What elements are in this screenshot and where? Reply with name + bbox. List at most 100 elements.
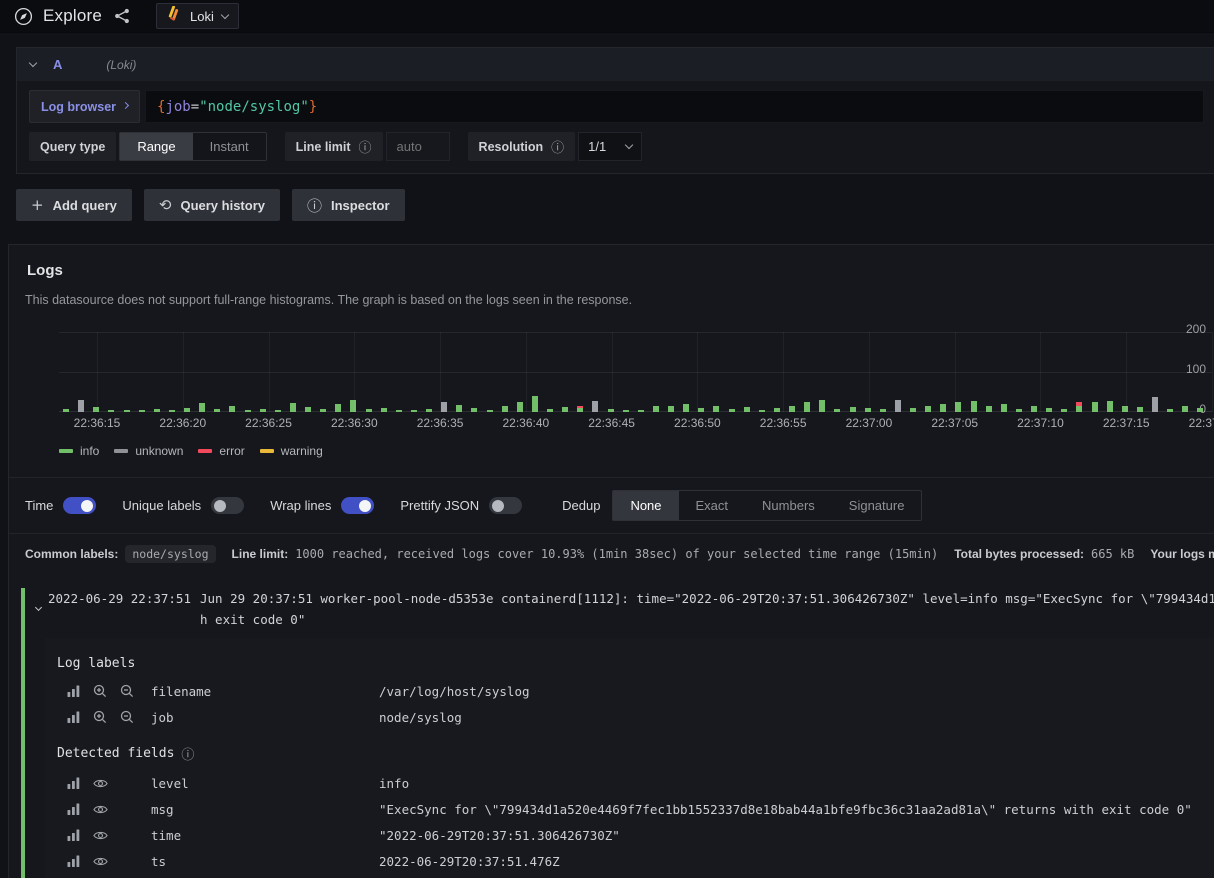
page-title: Explore [43, 6, 102, 26]
histogram-bar [729, 409, 735, 412]
query-expression-input[interactable]: {job="node/syslog"} [145, 90, 1204, 123]
eye-icon[interactable] [93, 778, 108, 789]
x-axis-label: 22:36:30 [331, 416, 378, 430]
histogram-bar [698, 408, 704, 412]
legend-item-warning[interactable]: warning [260, 444, 323, 458]
histogram-bar [366, 409, 372, 412]
histogram-bar [396, 410, 402, 412]
line-limit-input[interactable] [386, 132, 450, 161]
logs-histogram-plot [59, 324, 1212, 412]
info-icon[interactable]: ⓘ [359, 137, 372, 156]
bar-chart-icon[interactable] [67, 855, 80, 867]
zoom-in-icon[interactable] [93, 710, 107, 724]
detected-fields-title: Detected fields ⓘ [57, 744, 1214, 763]
line-limit-label: Line limit ⓘ [285, 132, 383, 161]
query-history-button[interactable]: ⟲ Query history [144, 189, 280, 221]
logs-meta-row: Common labels: node/syslog Line limit: 1… [9, 534, 1214, 575]
resolution-select[interactable]: 1/1 [578, 132, 642, 161]
zoom-in-icon[interactable] [93, 684, 107, 698]
histogram-bar [229, 406, 235, 412]
toggle-label: Time [25, 498, 53, 513]
bytes-processed-label: Total bytes processed: [954, 547, 1084, 561]
detail-row-msg: msg"ExecSync for \"799434d1a520e4469f7fe… [57, 796, 1214, 822]
history-icon: ⟲ [159, 196, 172, 214]
histogram-bar [532, 396, 538, 412]
detail-field-value: node/syslog [379, 710, 1214, 725]
dedup-option-numbers[interactable]: Numbers [745, 491, 832, 520]
legend-swatch [260, 449, 274, 453]
histogram-bar [502, 406, 508, 412]
bar-chart-icon[interactable] [67, 777, 80, 789]
toggle-switch[interactable] [341, 497, 374, 514]
chevron-right-icon [122, 101, 129, 108]
x-axis-label: 22:37:10 [1017, 416, 1064, 430]
toggle-switch[interactable] [63, 497, 96, 514]
query-type-instant[interactable]: Instant [193, 133, 266, 160]
detail-field-value: /var/log/host/syslog [379, 684, 1214, 699]
expr-close-brace: } [309, 99, 317, 115]
detail-field-name: time [151, 828, 379, 843]
legend-item-info[interactable]: info [59, 444, 99, 458]
legend-swatch [198, 449, 212, 453]
toggle-switch[interactable] [489, 497, 522, 514]
eye-icon[interactable] [93, 830, 108, 841]
dedup-option-none[interactable]: None [613, 491, 678, 520]
query-row-header: A (Loki) [17, 48, 1214, 81]
chart-legend: info unknown error warning [59, 444, 1214, 458]
log-timestamp: 2022-06-29 22:37:51 [48, 588, 191, 630]
info-icon[interactable]: ⓘ [551, 137, 564, 156]
dedup-control: Dedup NoneExactNumbersSignature [562, 490, 922, 521]
legend-item-unknown[interactable]: unknown [114, 444, 183, 458]
histogram-bar [411, 410, 417, 412]
add-query-button[interactable]: + Add query [16, 189, 132, 221]
legend-label: error [219, 444, 244, 458]
legend-swatch [59, 449, 73, 453]
histogram-bar [1167, 409, 1173, 412]
inspector-button[interactable]: ⓘ Inspector [292, 189, 405, 221]
log-line[interactable]: 2022-06-29 22:37:51 Jun 29 20:37:51 work… [25, 588, 1214, 630]
log-browser-label: Log browser [41, 100, 116, 114]
toggle-wrap-lines: Wrap lines [270, 497, 374, 514]
histogram-bar [577, 406, 583, 412]
bar-chart-icon[interactable] [67, 829, 80, 841]
histogram-bar [1001, 404, 1007, 412]
log-browser-button[interactable]: Log browser [29, 90, 140, 123]
toggle-time: Time [25, 497, 96, 514]
detail-field-name: job [151, 710, 379, 725]
log-details: Log labels filename/var/log/host/syslogj… [45, 638, 1214, 878]
bar-chart-icon[interactable] [67, 711, 80, 723]
histogram-bar [335, 404, 341, 412]
bar-chart-icon[interactable] [67, 803, 80, 815]
histogram-bar [245, 410, 251, 412]
eye-icon[interactable] [93, 804, 108, 815]
legend-item-error[interactable]: error [198, 444, 244, 458]
datasource-picker[interactable]: Loki [156, 3, 239, 29]
histogram-bar [925, 406, 931, 412]
log-labels-title: Log labels [57, 656, 1214, 671]
info-icon[interactable]: ⓘ [181, 744, 194, 763]
log-row: 2022-06-29 22:37:51 Jun 29 20:37:51 work… [21, 588, 1214, 878]
toggle-switch[interactable] [211, 497, 244, 514]
histogram-bar [819, 400, 825, 412]
zoom-out-icon[interactable] [120, 710, 134, 724]
bar-chart-icon[interactable] [67, 685, 80, 697]
line-limit-meta-value: 1000 reached, received logs cover 10.93%… [295, 547, 938, 561]
chevron-down-icon[interactable] [30, 588, 46, 630]
zoom-out-icon[interactable] [120, 684, 134, 698]
dedup-option-exact[interactable]: Exact [679, 491, 746, 520]
query-options-row: Query type Range Instant Line limit ⓘ Re… [29, 132, 1202, 161]
query-type-range[interactable]: Range [120, 133, 192, 160]
histogram-bar [623, 410, 629, 412]
share-icon[interactable] [114, 8, 130, 24]
legend-label: unknown [135, 444, 183, 458]
detail-field-value: "ExecSync for \"799434d1a520e4469f7fec1b… [379, 802, 1214, 817]
histogram-bar [275, 410, 281, 412]
bytes-processed-value: 665 kB [1091, 547, 1134, 561]
datasource-name: Loki [190, 9, 214, 24]
histogram-bar [653, 406, 659, 412]
histogram-bar [154, 409, 160, 412]
dedup-option-signature[interactable]: Signature [832, 491, 922, 520]
detail-field-name: level [151, 776, 379, 791]
collapse-chevron-icon[interactable] [29, 59, 37, 67]
eye-icon[interactable] [93, 856, 108, 867]
